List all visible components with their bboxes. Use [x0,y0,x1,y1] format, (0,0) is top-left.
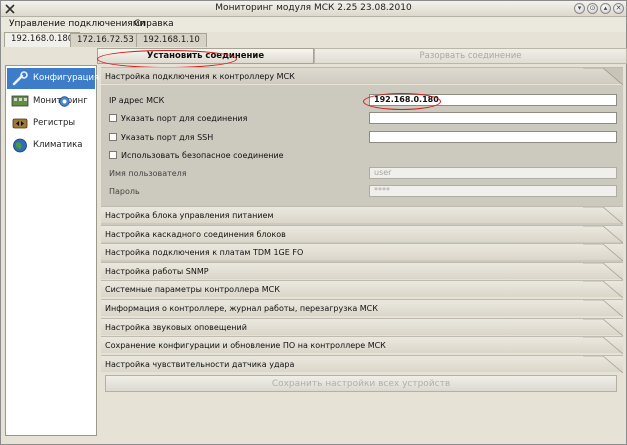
sidebar-item-climate[interactable]: Климатика [7,135,95,156]
section-title: Настройка чувствительности датчика удара [105,359,295,369]
section-header[interactable]: Настройка работы SNMP [101,261,623,280]
section-title: Информация о контроллере, журнал работы,… [105,304,378,313]
secure-label: Использовать безопасное соединение [121,151,284,160]
disconnect-button[interactable]: Разорвать соединение [314,48,627,64]
section-connection[interactable]: Настройка подключения к контроллеру МСК [101,67,623,85]
tab-host-3[interactable]: 192.168.1.10 [136,33,207,47]
section-title: Настройка блока управления питанием [105,211,274,220]
section-fold-icon [583,225,623,243]
sidebar-item-configuration[interactable]: Конфигурация [7,68,99,89]
section-title: Настройка подключения к платам TDM 1GE F… [105,248,304,258]
user-row: Имя пользователя user [107,167,617,180]
save-all-button[interactable]: Сохранить настройки всех устройств [105,375,617,392]
app-window: Мониторинг модуля МСК 2.25 23.08.2010 ▾ … [0,0,627,445]
section-fold-icon [583,68,623,85]
port-ssh-checkbox[interactable] [109,133,117,141]
section-fold-icon [583,281,623,299]
settings-panel: Настройка подключения к контроллеру МСК … [101,67,623,439]
sidebar-item-registers[interactable]: Регистры [7,113,95,134]
section-header[interactable]: Настройка блока управления питанием [101,206,623,224]
maximize-button[interactable]: ▴ [600,3,611,14]
section-fold-icon [583,318,623,336]
port-ssh-row: Указать порт для SSH [107,131,617,144]
shade-button[interactable]: ▾ [574,3,585,14]
sidebar: Конфигурация Мониторинг Регистры [5,65,99,436]
port-conn-row: Указать порт для соединения [107,112,617,125]
menu-bar: Управление подключениями Справка [1,17,626,32]
minimize-button[interactable]: ⊙ [587,3,598,14]
monitor-icon [11,95,29,107]
section-fold-icon [583,337,623,355]
busy-cursor-icon [59,96,70,107]
sidebar-item-label: Климатика [33,140,83,150]
menu-help[interactable]: Справка [134,19,174,29]
section-fold-icon [583,355,623,373]
section-fold-icon [583,244,623,262]
connection-bar: Установить соединение Разорвать соединен… [97,48,627,64]
port-conn-label: Указать порт для соединения [121,114,248,123]
tab-host-1[interactable]: 192.168.0.180 [4,32,81,47]
title-bar[interactable]: Мониторинг модуля МСК 2.25 23.08.2010 ▾ … [1,1,626,17]
port-conn-input[interactable] [369,112,617,124]
ip-input[interactable]: 192.168.0.180 [369,94,617,106]
section-title: Настройка каскадного соединения блоков [105,229,286,239]
password-row: Пароль **** [107,185,617,198]
section-header[interactable]: Информация о контроллере, журнал работы,… [101,299,623,317]
port-ssh-input[interactable] [369,131,617,143]
secure-row: Использовать безопасное соединение [107,149,617,162]
host-tabs: 192.168.0.180 172.16.72.53 192.168.1.10 [1,32,626,47]
section-title: Настройка звуковых оповещений [105,322,247,332]
sidebar-item-label: Регистры [33,118,76,128]
user-input[interactable]: user [369,167,617,179]
ip-label: IP адрес МСК [109,96,165,105]
section-header[interactable]: Сохранение конфигурации и обновление ПО … [101,336,623,355]
section-title: Сохранение конфигурации и обновление ПО … [105,341,386,351]
user-label: Имя пользователя [109,169,187,178]
section-title: Настройка подключения к контроллеру МСК [105,72,295,81]
menu-connections[interactable]: Управление подключениями [9,19,145,29]
secure-checkbox[interactable] [109,151,117,159]
section-fold-icon [583,207,623,224]
globe-icon [13,138,27,153]
section-fold-icon [583,300,623,317]
wrench-icon [12,71,28,86]
section-header[interactable]: Системные параметры контроллера МСК [101,280,623,299]
window-title: Мониторинг модуля МСК 2.25 23.08.2010 [215,3,412,13]
connect-button[interactable]: Установить соединение [97,48,314,64]
section-fold-icon [583,262,623,280]
section-header[interactable]: Настройка звуковых оповещений [101,317,623,336]
section-header[interactable]: Настройка чувствительности датчика удара [101,354,623,373]
sidebar-item-monitoring[interactable]: Мониторинг [7,91,95,112]
sidebar-item-label: Конфигурация [33,73,100,83]
close-button[interactable]: ✕ [613,3,624,14]
password-input[interactable]: **** [369,185,617,197]
tab-host-2[interactable]: 172.16.72.53 [70,33,141,47]
ip-row: IP адрес МСК 192.168.0.180 [107,94,617,107]
section-title: Системные параметры контроллера МСК [105,285,280,295]
section-header[interactable]: Настройка каскадного соединения блоков [101,224,623,243]
section-header[interactable]: Настройка подключения к платам TDM 1GE F… [101,243,623,262]
section-title: Настройка работы SNMP [105,266,209,276]
password-label: Пароль [109,187,140,196]
port-ssh-label: Указать порт для SSH [121,133,214,142]
register-icon [12,118,28,129]
port-conn-checkbox[interactable] [109,114,117,122]
